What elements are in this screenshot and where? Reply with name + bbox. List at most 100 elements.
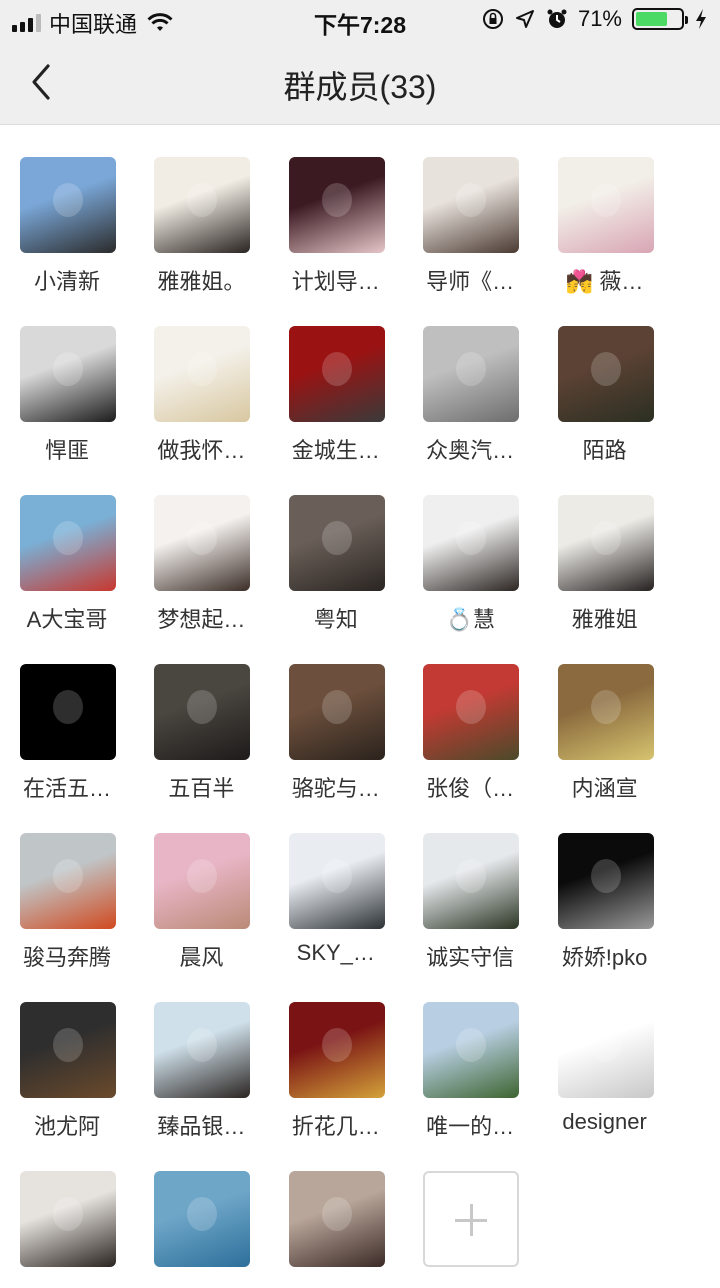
member-item[interactable]: A大宝哥 [0, 462, 134, 632]
member-avatar[interactable] [20, 157, 116, 253]
member-avatar[interactable] [154, 157, 251, 253]
avatar-figure [321, 521, 352, 555]
member-avatar[interactable] [20, 833, 116, 929]
avatar-figure [456, 859, 487, 893]
avatar-figure [321, 859, 352, 893]
member-item[interactable]: 雅雅姐。 [134, 124, 268, 294]
member-avatar[interactable] [154, 495, 251, 591]
member-avatar[interactable] [154, 833, 251, 929]
avatar-figure [456, 183, 487, 217]
alarm-icon [547, 9, 567, 28]
member-name: SKY_… [296, 940, 375, 965]
member-item[interactable]: 悍匪 [0, 293, 134, 463]
member-item[interactable]: 池尤阿 [0, 969, 134, 1139]
member-item[interactable]: 骆驼与… [269, 631, 403, 801]
member-avatar[interactable] [423, 495, 520, 591]
member-avatar[interactable] [423, 1002, 520, 1098]
member-item[interactable]: 娇娇!pko [538, 800, 672, 970]
member-item[interactable]: 💍慧 [403, 462, 537, 632]
member-name: 雅雅姐 [571, 607, 638, 632]
member-avatar[interactable] [557, 326, 654, 422]
add-member-item[interactable] [403, 1138, 537, 1288]
member-item[interactable] [269, 1138, 403, 1288]
member-item[interactable]: 做我怀… [134, 293, 268, 463]
member-item[interactable]: 折花几… [269, 969, 403, 1139]
member-item[interactable]: SKY_… [269, 800, 403, 965]
member-item[interactable] [134, 1138, 268, 1288]
member-avatar[interactable] [154, 1002, 251, 1098]
avatar-figure [53, 352, 83, 386]
charging-bolt-icon [696, 9, 706, 29]
member-avatar[interactable] [288, 1171, 385, 1267]
member-name: 梦想起… [157, 607, 246, 632]
member-item[interactable]: 诚实守信 [403, 800, 537, 970]
member-item[interactable]: 计划导… [269, 124, 403, 294]
member-name: 骏马奔腾 [22, 945, 111, 970]
member-avatar[interactable] [557, 157, 654, 253]
avatar-figure [456, 690, 487, 724]
member-avatar[interactable] [288, 833, 385, 929]
member-avatar[interactable] [557, 833, 654, 929]
member-item[interactable]: 骏马奔腾 [0, 800, 134, 970]
member-avatar[interactable] [557, 664, 654, 760]
member-avatar[interactable] [20, 326, 116, 422]
avatar-figure [590, 1028, 621, 1062]
avatar-figure [187, 1197, 218, 1231]
member-avatar[interactable] [423, 157, 520, 253]
status-right: 71% [482, 6, 708, 32]
member-avatar[interactable] [154, 326, 251, 422]
member-item[interactable]: 小清新 [0, 124, 134, 294]
member-item[interactable]: designer [538, 969, 672, 1134]
member-name: 小清新 [33, 269, 100, 294]
avatar-figure [321, 352, 352, 386]
member-avatar[interactable] [288, 495, 385, 591]
member-item[interactable]: 梦想起… [134, 462, 268, 632]
avatar-figure [53, 1197, 83, 1231]
member-avatar[interactable] [20, 1002, 116, 1098]
member-name: 五百半 [168, 776, 235, 801]
member-avatar[interactable] [288, 326, 385, 422]
member-item[interactable]: 臻品银… [134, 969, 268, 1139]
avatar-figure [187, 521, 218, 555]
member-name: 金城生… [291, 438, 380, 463]
member-avatar[interactable] [20, 1171, 116, 1267]
member-item[interactable]: 雅雅姐 [538, 462, 672, 632]
member-avatar[interactable] [154, 664, 251, 760]
location-icon [515, 10, 534, 28]
member-item[interactable]: 在活五… [0, 631, 134, 801]
avatar-figure [321, 690, 352, 724]
member-name: 💍慧 [445, 607, 495, 632]
page-title: 群成员(33) [283, 69, 437, 105]
member-avatar[interactable] [288, 157, 385, 253]
member-item[interactable]: 金城生… [269, 293, 403, 463]
add-member-button[interactable] [423, 1171, 520, 1267]
avatar-figure [456, 352, 487, 386]
member-avatar[interactable] [288, 1002, 385, 1098]
avatar-figure [187, 183, 218, 217]
member-item[interactable]: 内涵宣 [538, 631, 672, 801]
member-item[interactable]: 💏 薇… [538, 124, 672, 294]
member-item[interactable]: 晨风 [134, 800, 268, 970]
member-item[interactable]: 五百半 [134, 631, 268, 801]
member-avatar[interactable] [423, 664, 520, 760]
member-avatar[interactable] [154, 1171, 251, 1267]
member-item[interactable]: 唯一的… [403, 969, 537, 1139]
member-avatar[interactable] [20, 495, 116, 591]
avatar-figure [590, 352, 621, 386]
member-name: 内涵宣 [571, 776, 638, 801]
member-item[interactable]: 张俊（… [403, 631, 537, 801]
member-avatar[interactable] [423, 326, 520, 422]
member-name: 折花几… [291, 1114, 380, 1139]
member-avatar[interactable] [20, 664, 116, 760]
member-avatar[interactable] [557, 1002, 654, 1098]
member-item[interactable]: 陌路 [538, 293, 672, 463]
member-avatar[interactable] [557, 495, 654, 591]
member-item[interactable]: 导师《… [403, 124, 537, 294]
member-item[interactable]: 众奥汽… [403, 293, 537, 463]
member-item[interactable]: 粤知 [269, 462, 403, 632]
member-avatar[interactable] [423, 833, 520, 929]
member-item[interactable] [0, 1138, 134, 1288]
member-avatar[interactable] [288, 664, 385, 760]
member-name: 导师《… [426, 269, 515, 294]
avatar-figure [321, 1197, 352, 1231]
